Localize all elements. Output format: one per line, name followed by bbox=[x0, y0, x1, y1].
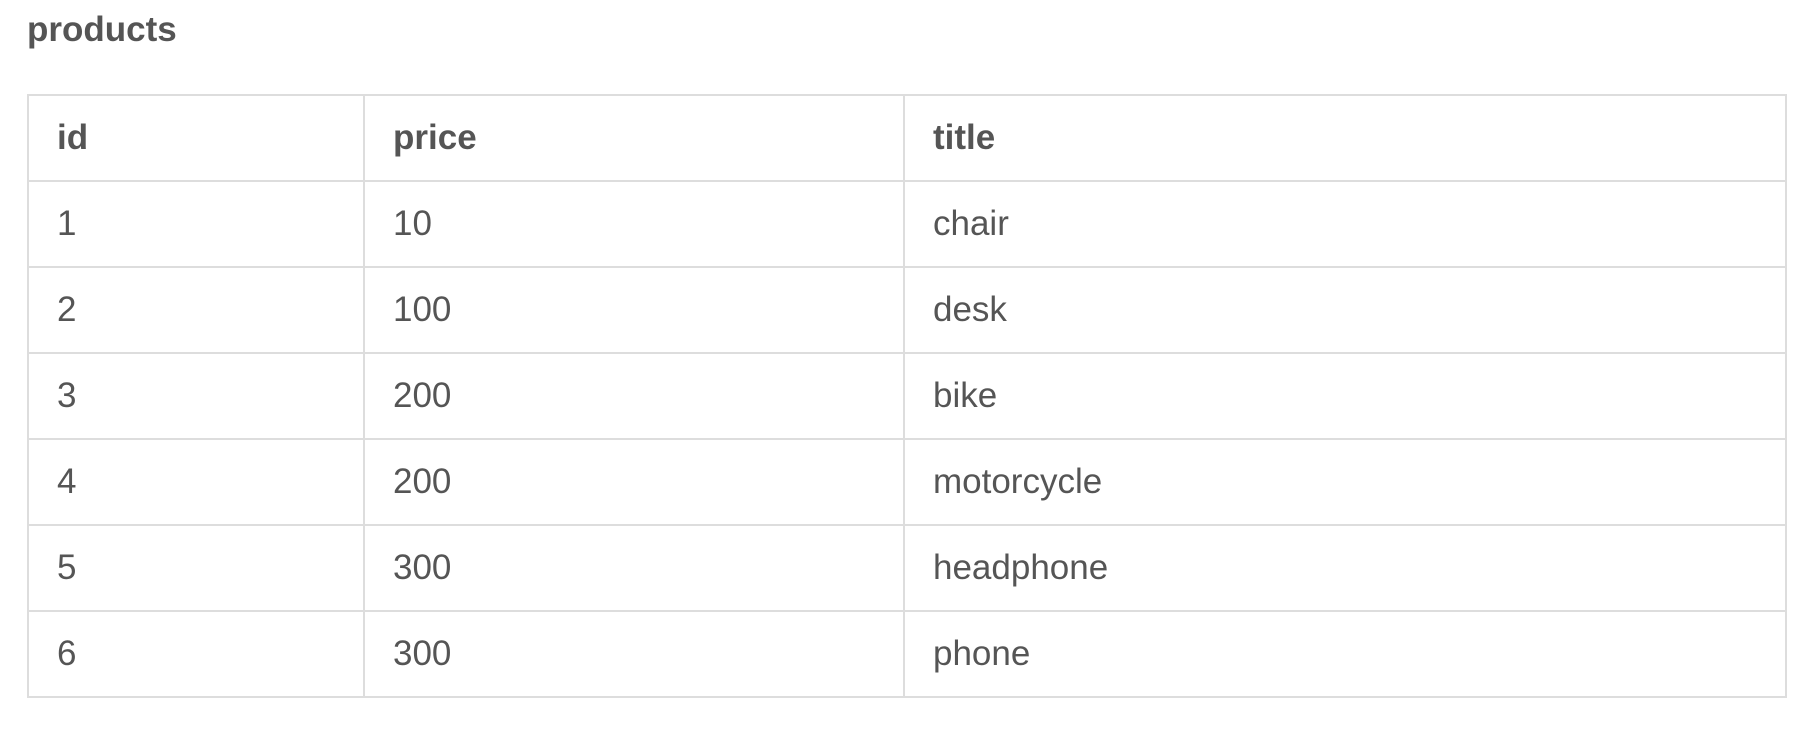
table-row: 1 10 chair bbox=[27, 180, 1787, 268]
cell-id: 6 bbox=[27, 610, 365, 698]
cell-id: 2 bbox=[27, 266, 365, 354]
table-row: 4 200 motorcycle bbox=[27, 438, 1787, 526]
cell-title: phone bbox=[903, 610, 1787, 698]
cell-title: desk bbox=[903, 266, 1787, 354]
cell-title: motorcycle bbox=[903, 438, 1787, 526]
table-row: 5 300 headphone bbox=[27, 524, 1787, 612]
cell-price: 100 bbox=[363, 266, 905, 354]
products-table: id price title 1 10 chair 2 100 desk 3 2… bbox=[27, 94, 1787, 698]
cell-title: bike bbox=[903, 352, 1787, 440]
cell-title: chair bbox=[903, 180, 1787, 268]
table-header-row: id price title bbox=[27, 94, 1787, 182]
cell-price: 200 bbox=[363, 438, 905, 526]
table-row: 3 200 bike bbox=[27, 352, 1787, 440]
cell-id: 3 bbox=[27, 352, 365, 440]
cell-title: headphone bbox=[903, 524, 1787, 612]
table-title: products bbox=[27, 10, 177, 49]
cell-price: 300 bbox=[363, 610, 905, 698]
cell-id: 4 bbox=[27, 438, 365, 526]
column-header-id: id bbox=[27, 94, 365, 182]
table-row: 2 100 desk bbox=[27, 266, 1787, 354]
cell-id: 5 bbox=[27, 524, 365, 612]
cell-price: 200 bbox=[363, 352, 905, 440]
column-header-price: price bbox=[363, 94, 905, 182]
column-header-title: title bbox=[903, 94, 1787, 182]
cell-price: 10 bbox=[363, 180, 905, 268]
cell-id: 1 bbox=[27, 180, 365, 268]
table-row: 6 300 phone bbox=[27, 610, 1787, 698]
cell-price: 300 bbox=[363, 524, 905, 612]
